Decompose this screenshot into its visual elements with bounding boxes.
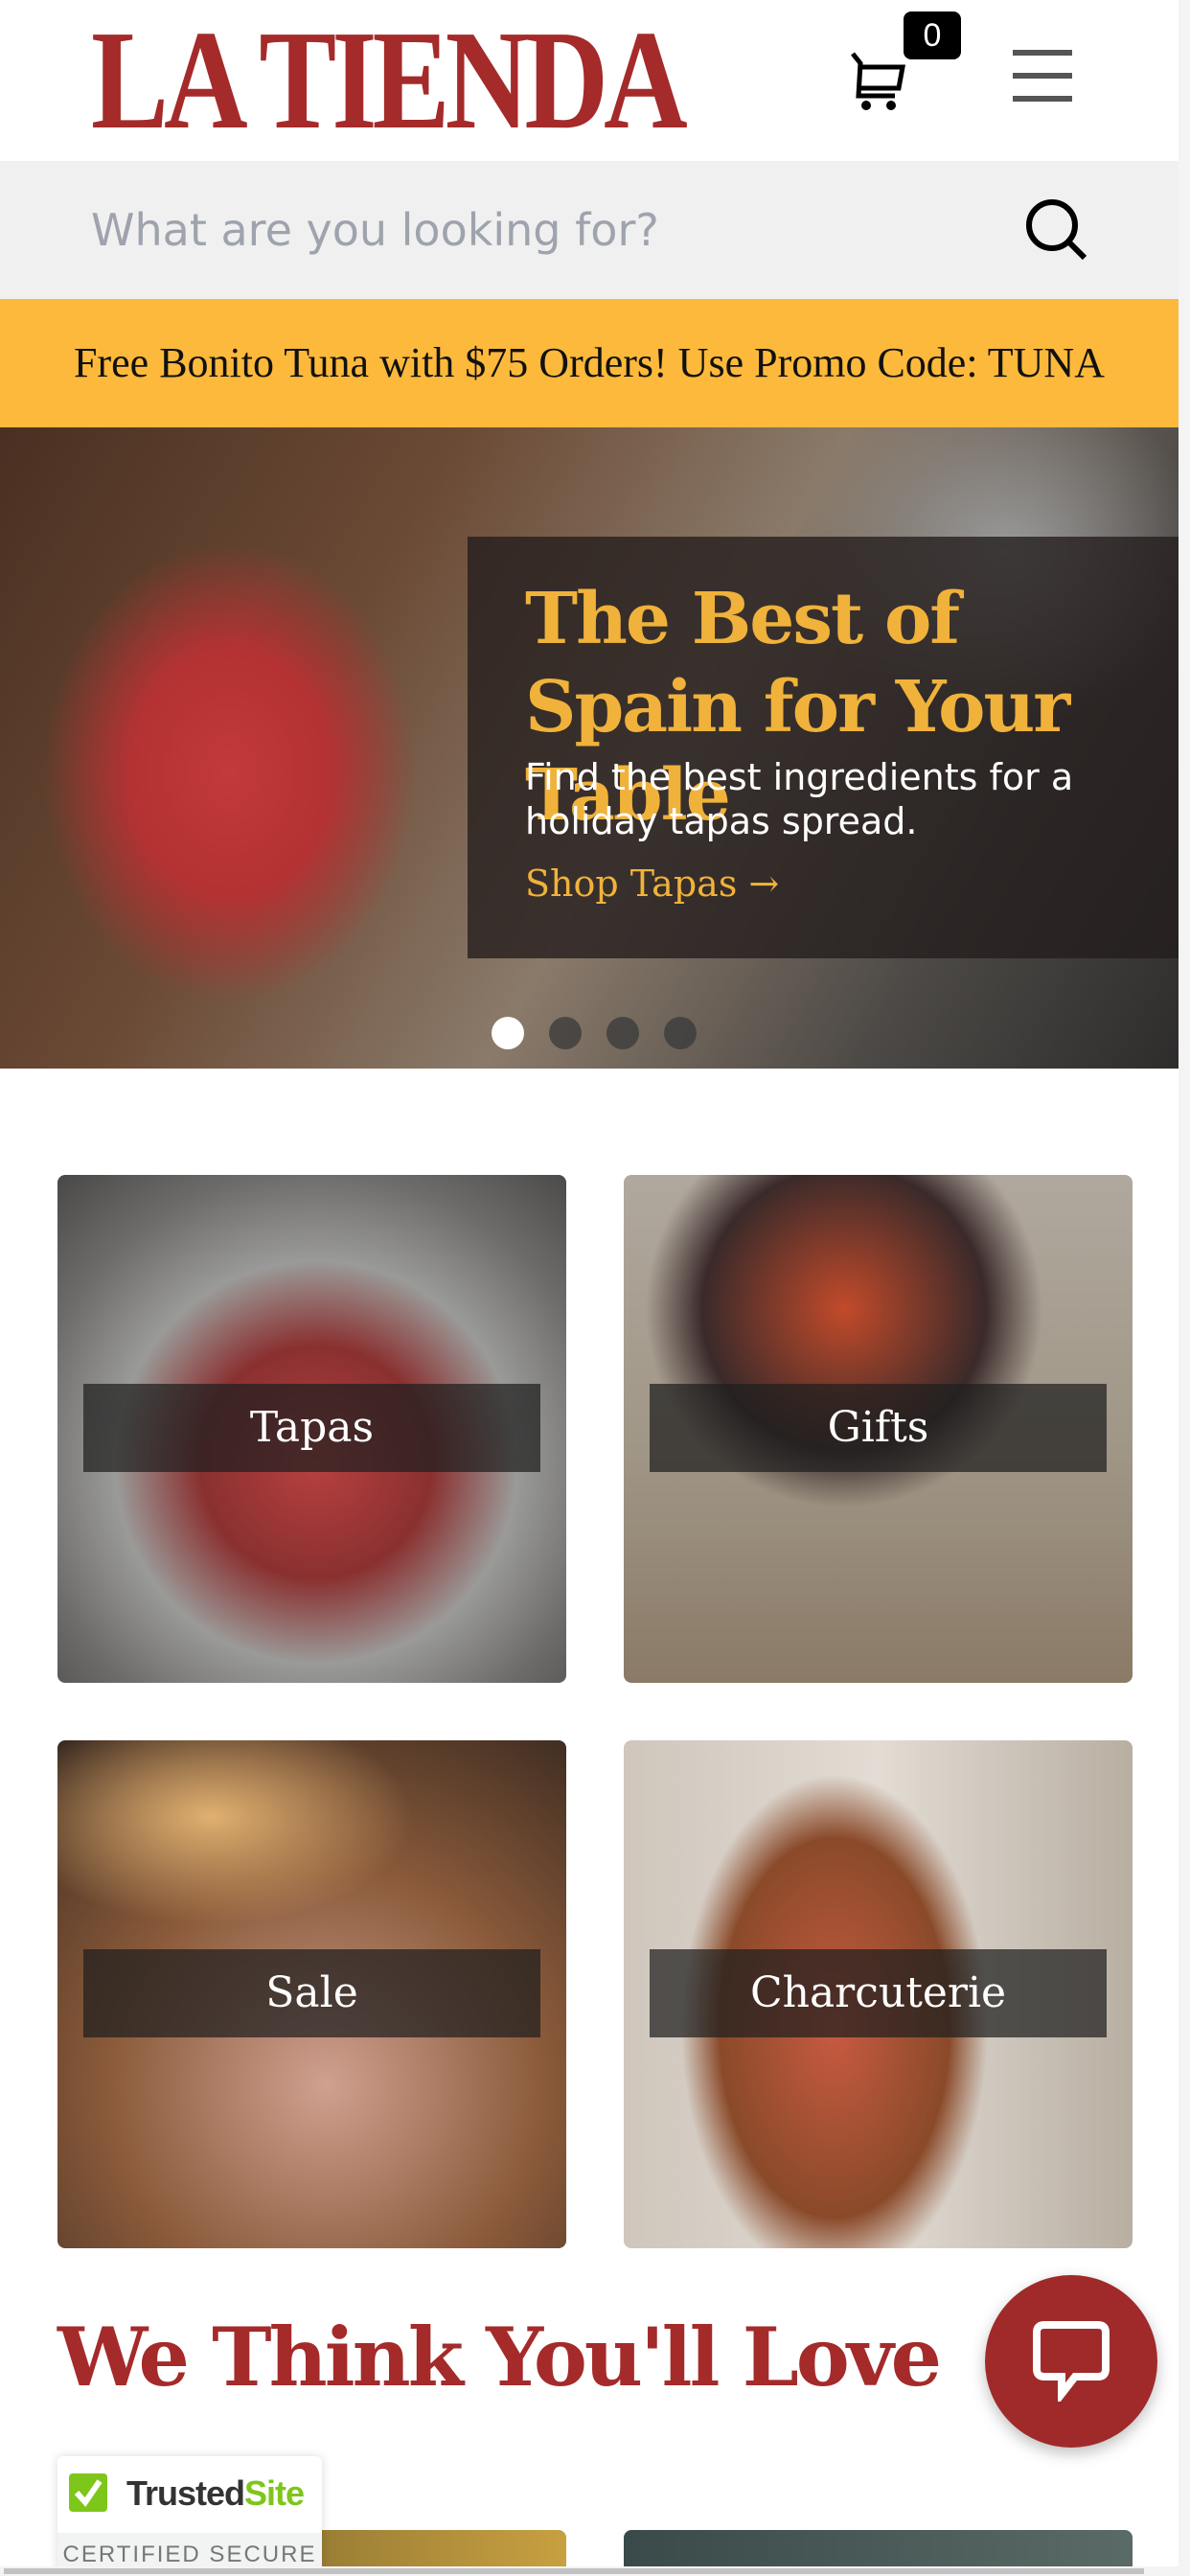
shop-tapas-link[interactable]: Shop Tapas → — [525, 862, 779, 905]
horizontal-scrollbar[interactable] — [0, 2566, 1190, 2576]
checkmark-icon — [69, 2473, 107, 2512]
carousel-dot[interactable] — [549, 1017, 582, 1049]
category-tile-charcuterie[interactable]: Charcuterie — [624, 1740, 1133, 2248]
hero-subtitle: Find the best ingredients for a holiday … — [525, 756, 1074, 842]
category-label: Gifts — [650, 1384, 1107, 1472]
category-label: Tapas — [83, 1384, 540, 1472]
hero-overlay: The Best of Spain for Your Table Find th… — [468, 537, 1179, 958]
hamburger-menu-icon[interactable] — [1013, 50, 1072, 104]
product-card[interactable] — [624, 2530, 1133, 2568]
chat-bubble-icon — [1033, 2321, 1110, 2402]
section-title: We Think You'll Love — [57, 2310, 942, 2404]
trust-brand-site: Site — [244, 2473, 305, 2513]
carousel-dot[interactable] — [606, 1017, 639, 1049]
category-label: Charcuterie — [650, 1949, 1107, 2037]
cart-icon[interactable] — [849, 50, 916, 113]
search-bar — [0, 161, 1179, 299]
search-icon[interactable] — [1023, 196, 1090, 264]
category-tile-gifts[interactable]: Gifts — [624, 1175, 1133, 1683]
carousel-dot[interactable] — [492, 1017, 524, 1049]
vertical-scrollbar[interactable] — [1179, 0, 1190, 2566]
promo-banner[interactable]: Free Bonito Tuna with $75 Orders! Use Pr… — [0, 299, 1179, 427]
logo[interactable]: LA TIENDA — [91, 10, 688, 151]
category-tile-tapas[interactable]: Tapas — [57, 1175, 566, 1683]
cart-count-badge[interactable]: 0 — [904, 12, 961, 59]
site-header: LA TIENDA 0 — [0, 0, 1179, 161]
trust-brand: Trusted — [126, 2473, 245, 2513]
category-tile-sale[interactable]: Sale — [57, 1740, 566, 2248]
chat-button[interactable] — [985, 2275, 1157, 2448]
hero-carousel[interactable]: The Best of Spain for Your Table Find th… — [0, 427, 1179, 1069]
category-label: Sale — [83, 1949, 540, 2037]
carousel-dot[interactable] — [664, 1017, 697, 1049]
trustedsite-badge[interactable]: TrustedSite CERTIFIED SECURE — [57, 2456, 322, 2576]
search-input[interactable] — [91, 199, 953, 261]
